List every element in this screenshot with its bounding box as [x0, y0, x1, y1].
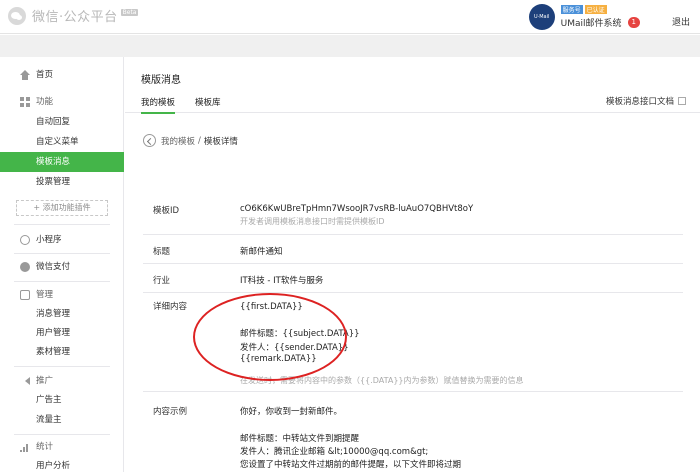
sidebar-item-label: 模板消息	[36, 157, 71, 167]
sidebar-item-home[interactable]: 首页	[0, 65, 124, 85]
account-avatar[interactable]: U·Mail	[528, 4, 555, 30]
sidebar-item-label: 流量主	[36, 415, 62, 425]
document-icon	[678, 97, 686, 105]
grid-icon	[20, 97, 30, 107]
industry-value: IT科技 - IT软件与服务	[240, 276, 324, 286]
sidebar-item-auto-reply[interactable]: 自动回复	[0, 112, 124, 132]
breadcrumb-parent[interactable]: 我的模板	[161, 135, 195, 147]
sidebar-item-label: 微信支付	[36, 262, 71, 272]
divider	[14, 281, 110, 282]
sidebar-item-wechat-pay[interactable]: 微信支付	[0, 257, 124, 277]
template-api-doc-link[interactable]: 模板消息接口文档	[606, 95, 686, 107]
notification-count-badge[interactable]: 1	[627, 17, 640, 28]
industry-label: 行业	[153, 276, 171, 286]
sidebar-item-label: 投票管理	[36, 177, 71, 187]
divider	[143, 292, 683, 293]
sidebar-section-stats: 统计	[0, 437, 124, 457]
sidebar-item-label: 广告主	[36, 395, 62, 405]
sidebar-item-label: 首页	[36, 70, 54, 80]
breadcrumb: 我的模板 / 模板详情	[143, 134, 238, 147]
sidebar-item-vote-management[interactable]: 投票管理	[0, 172, 124, 192]
sidebar-item-mini-program[interactable]: 小程序	[0, 230, 124, 250]
example-line-remark: 您设置了中转站文件过期前的邮件提醒，以下文件即将过期	[240, 460, 462, 470]
sidebar-item-advertiser[interactable]: 广告主	[0, 390, 124, 410]
sidebar-item-user-analysis[interactable]: 用户分析	[0, 456, 124, 472]
bar-chart-icon	[20, 442, 30, 452]
template-id-hint: 开发者调用模板消息接口时需提供模板ID	[240, 217, 385, 226]
megaphone-icon	[20, 377, 30, 385]
sidebar-item-label: 自动回复	[36, 117, 71, 127]
section-label: 统计	[36, 442, 54, 452]
top-header: 微信·公众平台 Beta U·Mail 服务号 已认证 UMail邮件系统 1 …	[0, 0, 700, 34]
section-label: 管理	[36, 290, 54, 300]
sidebar-item-label: 用户管理	[36, 328, 71, 338]
template-id-value: cO6K6KwUBreTpHmn7WsooJR7vsRB-luAuO7QBHVt…	[240, 204, 474, 214]
template-id-label: 模板ID	[153, 206, 180, 216]
header-gap	[0, 35, 700, 57]
section-label: 功能	[36, 97, 54, 107]
breadcrumb-current: 模板详情	[203, 136, 238, 147]
home-icon	[20, 70, 30, 80]
tab-bar: 我的模板 模板库 模板消息接口文档	[125, 91, 700, 114]
beta-badge: Beta	[120, 9, 139, 16]
account-name[interactable]: UMail邮件系统	[561, 16, 622, 29]
sidebar-section-features: 功能	[0, 92, 124, 112]
divider	[143, 234, 683, 235]
sidebar-item-template-message[interactable]: 模板消息	[0, 152, 124, 172]
sidebar-item-label: 小程序	[36, 235, 62, 245]
sidebar-item-label: 素材管理	[36, 347, 71, 357]
sidebar-item-custom-menu[interactable]: 自定义菜单	[0, 132, 124, 152]
sidebar-section-promote: 推广	[0, 371, 124, 391]
mini-program-icon	[20, 235, 30, 245]
divider	[14, 434, 110, 435]
service-account-badge: 服务号	[560, 5, 583, 14]
example-label: 内容示例	[153, 407, 188, 417]
example-line-sender: 发件人：腾讯企业邮箱 &lt;10000@qq.com&gt;	[240, 447, 429, 457]
verified-badge: 已认证	[584, 5, 607, 14]
example-line-greeting: 你好，你收到一封新邮件。	[240, 407, 343, 417]
divider	[14, 253, 110, 254]
sidebar: 首页 功能 自动回复 自定义菜单 模板消息 投票管理 + 添加功能插件 小程序 …	[0, 57, 124, 472]
back-arrow-icon[interactable]	[143, 134, 156, 147]
annotation-ellipse	[193, 293, 347, 381]
example-line-subject: 邮件标题：中转站文件到期提醒	[240, 434, 360, 444]
title-label: 标题	[153, 247, 171, 257]
sidebar-item-label: 用户分析	[36, 461, 71, 471]
divider	[143, 391, 683, 392]
wechat-pay-icon	[20, 262, 30, 272]
platform-title: 微信·公众平台	[32, 10, 118, 25]
tab-my-templates[interactable]: 我的模板	[141, 96, 176, 114]
main-content: 模版消息 我的模板 模板库 模板消息接口文档 我的模板 / 模板详情 模板ID …	[125, 57, 700, 472]
folder-icon	[20, 290, 30, 300]
divider	[14, 224, 110, 225]
wechat-logo[interactable]: 微信·公众平台 Beta	[8, 6, 139, 25]
tab-template-library[interactable]: 模板库	[195, 96, 221, 108]
section-label: 推广	[36, 376, 54, 386]
sidebar-item-material-management[interactable]: 素材管理	[0, 342, 124, 362]
divider	[14, 366, 110, 367]
add-plugin-button[interactable]: + 添加功能插件	[16, 200, 108, 216]
logout-link[interactable]: 退出	[672, 15, 690, 28]
account-panel[interactable]: U·Mail 服务号 已认证 UMail邮件系统 1	[528, 4, 640, 30]
sidebar-section-manage: 管理	[0, 285, 124, 305]
divider	[143, 263, 683, 264]
sidebar-item-message-management[interactable]: 消息管理	[0, 304, 124, 324]
sidebar-item-user-management[interactable]: 用户管理	[0, 323, 124, 343]
title-value: 新邮件通知	[240, 247, 283, 257]
sidebar-item-label: 自定义菜单	[36, 137, 79, 147]
content-label: 详细内容	[153, 302, 188, 312]
sidebar-item-label: 消息管理	[36, 309, 71, 319]
doc-link-label: 模板消息接口文档	[605, 97, 674, 107]
sidebar-item-publisher[interactable]: 流量主	[0, 410, 124, 430]
wechat-logo-icon	[8, 6, 26, 25]
breadcrumb-separator: /	[198, 135, 201, 146]
page-title: 模版消息	[141, 75, 181, 86]
